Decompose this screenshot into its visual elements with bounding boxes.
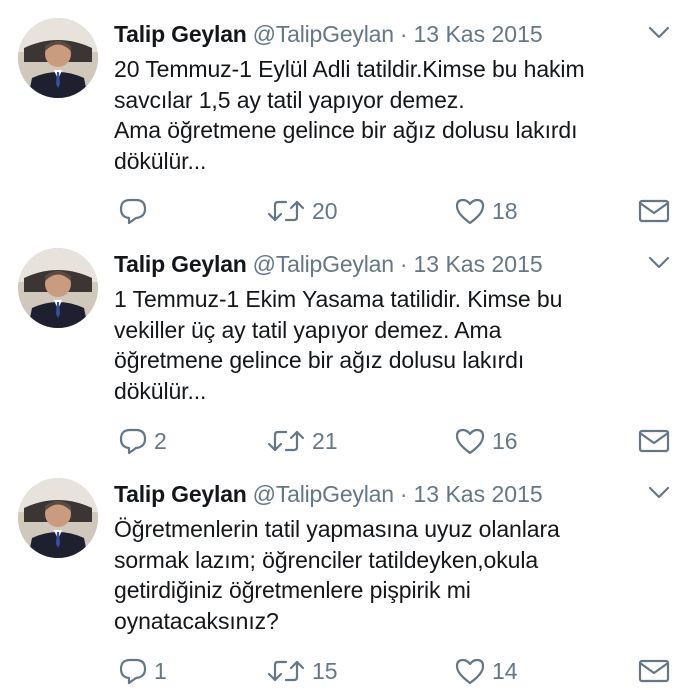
retweet-count: 21 [312,427,338,454]
reply-icon [119,658,147,685]
retweet-button[interactable]: 20 [266,193,338,229]
heart-icon [455,198,485,225]
tweet-text: Öğretmenlerin tatil yapmasına uyuz olanl… [114,516,560,634]
reply-icon [119,428,147,455]
chevron-down-icon[interactable] [648,26,670,40]
tweet-actions: 20 18 [114,193,674,229]
separator: · [399,251,408,277]
direct-message-button[interactable] [638,653,670,689]
tweet-feed: Talip Geylan @TalipGeylan · 13 Kas 2015 20 … [0,0,690,690]
author-handle[interactable]: @TalipGeylan [253,481,394,507]
heart-icon [455,428,485,455]
avatar[interactable] [18,18,98,98]
envelope-icon [638,199,670,223]
like-count: 14 [492,657,518,684]
envelope-icon [638,429,670,453]
tweet-text: 20 Temmuz-1 Eylül Adli tatildir.Kimse bu… [114,56,585,174]
direct-message-button[interactable] [638,423,670,459]
tweet-header: Talip Geylan @TalipGeylan · 13 Kas 2015 [114,476,670,512]
retweet-count: 20 [312,197,338,224]
heart-icon [455,658,485,685]
like-count: 18 [492,197,518,224]
tweet-header: Talip Geylan @TalipGeylan · 13 Kas 2015 [114,246,670,282]
avatar-photo [18,18,98,98]
tweet[interactable]: Talip Geylan @TalipGeylan · 13 Kas 2015 Öğr… [0,460,690,690]
tweet-header: Talip Geylan @TalipGeylan · 13 Kas 2015 [114,16,670,52]
tweet-date[interactable]: 13 Kas 2015 [413,21,542,47]
avatar-photo [18,248,98,328]
retweet-icon [267,660,305,682]
avatar[interactable] [18,248,98,328]
reply-count: 1 [154,657,167,684]
direct-message-button[interactable] [638,193,670,229]
author-name[interactable]: Talip Geylan [114,251,247,277]
tweet[interactable]: Talip Geylan @TalipGeylan · 13 Kas 2015 1 T… [0,230,690,460]
reply-button[interactable] [118,193,154,229]
reply-button[interactable]: 1 [118,653,167,689]
tweet-date[interactable]: 13 Kas 2015 [413,251,542,277]
like-count: 16 [492,427,518,454]
tweet-text: 1 Temmuz-1 Ekim Yasama tatilidir. Kimse … [114,286,563,404]
author-name[interactable]: Talip Geylan [114,21,247,47]
like-button[interactable]: 16 [454,423,518,459]
retweet-button[interactable]: 21 [266,423,338,459]
separator: · [399,481,408,507]
author-name[interactable]: Talip Geylan [114,481,247,507]
author-handle[interactable]: @TalipGeylan [253,21,394,47]
avatar[interactable] [18,478,98,558]
avatar-photo [18,478,98,558]
chevron-down-icon[interactable] [648,256,670,270]
tweet[interactable]: Talip Geylan @TalipGeylan · 13 Kas 2015 20 … [0,0,690,230]
author-handle[interactable]: @TalipGeylan [253,251,394,277]
tweet-actions: 1 15 14 [114,653,674,689]
tweet-date[interactable]: 13 Kas 2015 [413,481,542,507]
reply-count: 2 [154,427,167,454]
retweet-button[interactable]: 15 [266,653,338,689]
envelope-icon [638,659,670,683]
reply-icon [119,198,147,225]
like-button[interactable]: 14 [454,653,518,689]
like-button[interactable]: 18 [454,193,518,229]
retweet-icon [267,430,305,452]
chevron-down-icon[interactable] [648,486,670,500]
tweet-actions: 2 21 16 [114,423,674,459]
retweet-icon [267,200,305,222]
reply-button[interactable]: 2 [118,423,167,459]
separator: · [399,21,408,47]
retweet-count: 15 [312,657,338,684]
